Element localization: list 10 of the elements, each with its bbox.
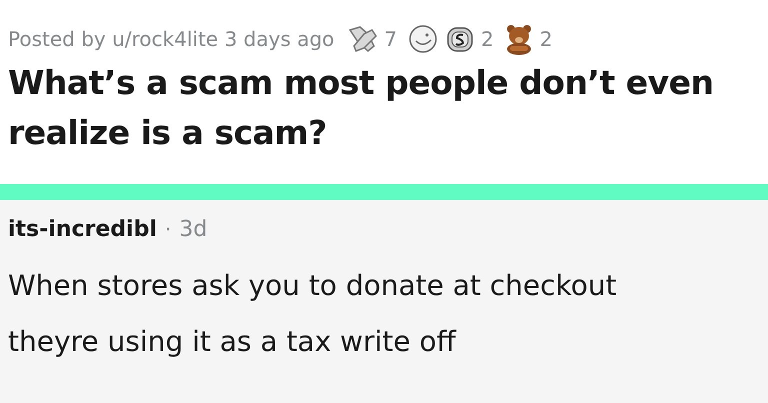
separator: · [164,216,172,243]
smiley-icon [407,24,440,54]
comment-author: its-incredibl [8,216,157,244]
award-count: 2 [540,26,552,53]
comment-age: 3d [179,216,208,244]
post-meta: Posted by u/rock4lite 3 days ago [8,26,334,53]
post-title: What’s a scam most people don’t even realize is a scam? [8,62,715,154]
comment-body: When stores ask you to donate at checkout theyre using it as a tax write off [8,268,618,360]
award-count: 7 [384,26,398,53]
award-count: 2 [481,26,494,53]
